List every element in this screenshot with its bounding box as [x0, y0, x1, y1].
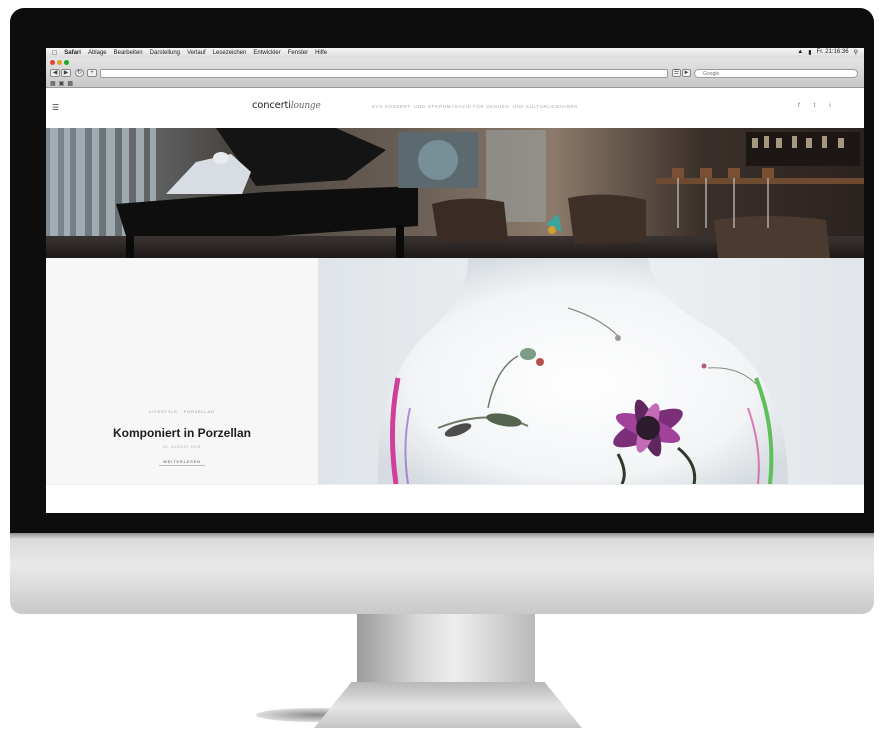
feature-teaser[interactable]: LIFESTYLE · PORZELLAN Komponiert in Porz…	[46, 258, 864, 484]
twitter-icon[interactable]: t	[814, 103, 816, 109]
topsites-icon[interactable]: ▣	[59, 80, 65, 87]
imac-monitor:  Safari Ablage Bearbeiten Darstellung V…	[10, 8, 874, 614]
monitor-stand-base	[314, 682, 582, 728]
sidebar-icon[interactable]: ▦	[50, 80, 56, 87]
menu-safari[interactable]: Safari	[64, 50, 81, 56]
instagram-icon[interactable]: i	[829, 103, 830, 109]
read-more-label: WEITERLESEN	[159, 459, 205, 466]
battery-icon[interactable]: ▮	[808, 49, 811, 56]
site-logo[interactable]: concertilounge	[252, 100, 321, 111]
reader-icon[interactable]: ☰	[672, 69, 681, 77]
url-input[interactable]	[100, 69, 668, 78]
site-tagline: DAS KONZERT- UND OPERNMAGAZIN FÜR GENUSS…	[372, 104, 578, 109]
menubar-status: ▲ ▮ Fr. 21:16:36 ⚲	[797, 49, 858, 56]
menu-hilfe[interactable]: Hilfe	[315, 50, 327, 56]
menu-lesezeichen[interactable]: Lesezeichen	[213, 50, 247, 56]
minimize-icon[interactable]	[57, 60, 62, 65]
chin-shadow	[10, 533, 874, 539]
menu-verlauf[interactable]: Verlauf	[187, 50, 206, 56]
rss-icon[interactable]: ►	[682, 69, 691, 77]
forward-button[interactable]: ▶	[61, 69, 71, 77]
menu-entwickler[interactable]: Entwickler	[253, 50, 280, 56]
back-button[interactable]: ◀	[50, 69, 60, 77]
feature-text-panel: LIFESTYLE · PORZELLAN Komponiert in Porz…	[46, 258, 318, 484]
bookmarks-bar: ▦ ▣ ▩	[50, 80, 73, 87]
menu-ablage[interactable]: Ablage	[88, 50, 107, 56]
screen:  Safari Ablage Bearbeiten Darstellung V…	[46, 48, 864, 513]
feature-image[interactable]	[318, 258, 864, 484]
menu-darstellung[interactable]: Darstellung	[150, 50, 180, 56]
spotlight-icon[interactable]: ⚲	[854, 49, 858, 56]
clock[interactable]: Fr. 21:16:36	[817, 49, 849, 56]
page-bottom	[46, 484, 864, 513]
hero-lounge-photo	[46, 128, 864, 258]
menu-fenster[interactable]: Fenster	[288, 50, 308, 56]
hero-image	[46, 128, 864, 258]
site-header: ☰ concertilounge DAS KONZERT- UND OPERNM…	[46, 88, 864, 128]
logo-script: lounge	[290, 101, 321, 111]
mac-menubar:  Safari Ablage Bearbeiten Darstellung V…	[46, 48, 864, 58]
add-bookmark-button[interactable]: +	[87, 69, 97, 77]
close-icon[interactable]	[50, 60, 55, 65]
wifi-icon[interactable]: ▲	[797, 49, 803, 56]
porcelain-vase-photo	[377, 258, 788, 484]
browser-toolbar: ◀ ▶ ↻ + ☰ ► ▦ ▣ ▩	[46, 58, 864, 88]
monitor-stand-neck	[357, 614, 535, 684]
zoom-icon[interactable]	[64, 60, 69, 65]
feature-title[interactable]: Komponiert in Porzellan	[46, 426, 318, 440]
hamburger-menu-icon[interactable]: ☰	[52, 103, 59, 112]
window-controls	[50, 60, 69, 65]
read-more-link[interactable]: WEITERLESEN	[46, 459, 318, 466]
feature-category[interactable]: LIFESTYLE · PORZELLAN	[46, 409, 318, 414]
search-input[interactable]	[694, 69, 858, 78]
menu-bearbeiten[interactable]: Bearbeiten	[114, 50, 143, 56]
feature-date: 01. AUGUST 2015	[163, 445, 201, 449]
facebook-icon[interactable]: f	[798, 103, 800, 109]
monitor-chin	[10, 533, 874, 614]
logo-main: concerti	[252, 100, 291, 111]
social-links: f t i	[798, 103, 831, 109]
apple-icon[interactable]: 	[52, 50, 57, 57]
reload-icon[interactable]: ↻	[75, 69, 84, 77]
grid-icon[interactable]: ▩	[67, 80, 73, 87]
